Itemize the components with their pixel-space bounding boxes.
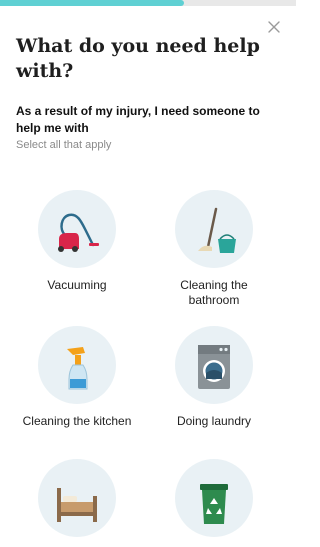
option-label: Vacuuming [47, 278, 107, 292]
option-circle [175, 190, 253, 268]
option-cleaning-kitchen[interactable]: Cleaning the kitchen [12, 326, 142, 429]
option-bed[interactable] [12, 459, 142, 547]
option-circle [38, 190, 116, 268]
option-cleaning-bathroom[interactable]: Cleaning the bathroom [149, 190, 279, 308]
option-label: Doing laundry [176, 414, 252, 428]
option-doing-laundry[interactable]: Doing laundry [149, 326, 279, 429]
spray-bottle-icon [67, 347, 88, 390]
page-title: What do you need help with? [16, 35, 260, 82]
option-circle [38, 326, 116, 404]
bed-icon [57, 488, 97, 522]
close-icon[interactable] [267, 20, 281, 34]
option-label: Cleaning the kitchen [22, 414, 132, 428]
option-circle [175, 459, 253, 537]
option-circle [175, 326, 253, 404]
mop-bucket-icon [198, 207, 236, 253]
option-recycling[interactable] [149, 459, 279, 547]
recycling-bin-icon [200, 484, 228, 524]
question-text: As a result of my injury, I need someone… [16, 104, 260, 135]
hint-text: Select all that apply [16, 139, 112, 151]
washing-machine-icon [198, 345, 230, 389]
progress-fill [0, 0, 184, 6]
option-circle [38, 459, 116, 537]
vacuum-icon [58, 213, 99, 252]
option-label: Cleaning the bathroom [180, 278, 248, 307]
option-vacuuming[interactable]: Vacuuming [12, 190, 142, 293]
progress-bar [0, 0, 296, 6]
